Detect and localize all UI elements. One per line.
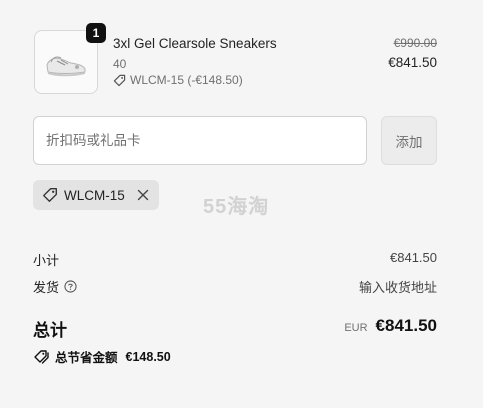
final-price: €841.50 <box>388 55 437 70</box>
total-amount: EUR €841.50 <box>344 316 437 336</box>
product-thumbnail: 1 <box>34 23 106 94</box>
tag-icon <box>113 74 126 86</box>
subtotal-value: €841.50 <box>390 250 437 265</box>
product-discount-text: WLCM-15 (-€148.50) <box>130 73 243 87</box>
product-name: 3xl Gel Clearsole Sneakers <box>113 36 277 51</box>
savings-label: 总节省金额 <box>55 351 118 365</box>
tag-icon <box>43 188 57 202</box>
product-variant: 40 <box>113 57 127 71</box>
remove-discount-button[interactable] <box>135 187 151 203</box>
quantity-badge: 1 <box>86 23 106 43</box>
sneaker-image <box>46 56 86 77</box>
discount-code-input[interactable] <box>33 116 367 165</box>
shipping-value: 输入收货地址 <box>358 280 437 295</box>
help-icon[interactable] <box>64 280 77 293</box>
shipping-row: 发货 <box>33 277 77 296</box>
total-value: €841.50 <box>375 316 437 335</box>
discount-tag-icon <box>34 350 49 364</box>
subtotal-label: 小计 <box>33 253 60 268</box>
close-icon <box>137 189 148 201</box>
applied-discount-chip: WLCM-15 <box>33 180 159 210</box>
original-price: €990.00 <box>393 36 437 50</box>
apply-discount-button[interactable]: 添加 <box>381 116 437 165</box>
savings-value: €148.50 <box>125 349 171 364</box>
applied-discount-code: WLCM-15 <box>64 187 125 203</box>
total-savings: 总节省金额 €148.50 <box>33 347 171 366</box>
shipping-label: 发货 <box>33 280 60 295</box>
total-currency: EUR <box>344 322 368 334</box>
watermark: 55海淘 <box>203 196 270 218</box>
product-discount: WLCM-15 (-€148.50) <box>113 73 243 87</box>
total-label: 总计 <box>33 321 67 340</box>
